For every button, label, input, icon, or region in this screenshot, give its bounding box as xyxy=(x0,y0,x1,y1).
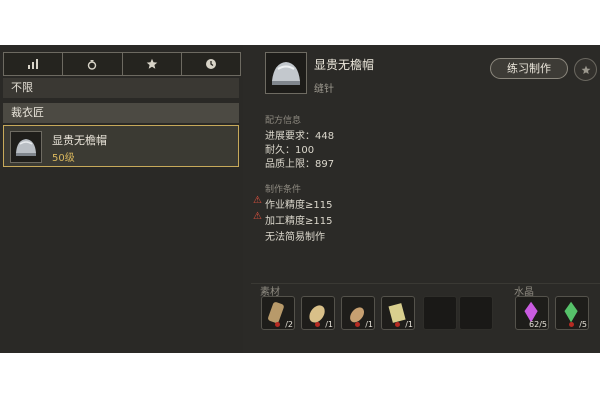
material-count: /2 xyxy=(285,320,293,329)
tab-level-filter[interactable] xyxy=(4,53,64,75)
crafting-log-window: 不限 裁衣匠 显贵无檐帽 50级 显贵无檐帽 缝针 练习制作 配方信息 进展要求… xyxy=(0,45,600,353)
craftsmanship-requirement: 作业精度≥115 xyxy=(265,200,333,211)
tab-recent-filter[interactable] xyxy=(182,53,240,75)
empty-material-slot xyxy=(459,296,493,330)
material-count: /1 xyxy=(325,320,333,329)
quality-cap: 品质上限：897 xyxy=(265,159,335,170)
money-bag-icon xyxy=(88,60,97,70)
crystal-count: /5 xyxy=(579,320,587,329)
missing-indicator xyxy=(355,322,360,327)
recipe-info-header: 配方信息 xyxy=(265,116,302,126)
craft-conditions-header: 制作条件 xyxy=(265,185,302,195)
filter-tabs xyxy=(3,52,241,76)
recipe-subtitle: 缝针 xyxy=(314,84,334,95)
progress-requirement: 进展要求：448 xyxy=(265,131,335,142)
recipe-list-item[interactable]: 显贵无檐帽 50级 xyxy=(3,125,239,167)
material-count: /1 xyxy=(405,320,413,329)
clock-icon xyxy=(205,59,216,69)
favorite-button[interactable] xyxy=(574,58,597,81)
brimless-hat-icon xyxy=(265,52,307,94)
empty-material-slot xyxy=(423,296,457,330)
recipe-level: 50级 xyxy=(52,153,75,164)
crystal-slot[interactable]: 62/5 xyxy=(515,296,549,330)
recipe-name: 显贵无檐帽 xyxy=(52,134,107,147)
warning-icon: ⚠ xyxy=(253,211,262,222)
brimless-hat-icon xyxy=(10,131,42,163)
material-slot[interactable]: /1 xyxy=(301,296,335,330)
crystal-count: 62/5 xyxy=(529,320,547,329)
category-header[interactable]: 裁衣匠 xyxy=(3,103,239,123)
recipe-list-panel: 不限 裁衣匠 显贵无檐帽 50级 xyxy=(0,45,243,353)
durability: 耐久：100 xyxy=(265,145,315,156)
tab-cost-filter[interactable] xyxy=(63,53,123,75)
missing-indicator xyxy=(275,322,280,327)
divider xyxy=(251,283,600,284)
tab-favorite-filter[interactable] xyxy=(123,53,182,75)
missing-indicator xyxy=(569,322,574,327)
star-icon xyxy=(581,65,590,74)
missing-indicator xyxy=(395,322,400,327)
filter-unlimited[interactable]: 不限 xyxy=(3,78,239,98)
missing-indicator xyxy=(315,322,320,327)
crystal-slot[interactable]: /5 xyxy=(555,296,589,330)
material-slot[interactable]: /1 xyxy=(341,296,375,330)
practice-craft-button[interactable]: 练习制作 xyxy=(490,58,568,79)
control-requirement: 加工精度≥115 xyxy=(265,216,333,227)
bar-chart-icon xyxy=(28,59,39,69)
material-count: /1 xyxy=(365,320,373,329)
material-slot[interactable]: /1 xyxy=(381,296,415,330)
quick-synthesis-note: 无法简易制作 xyxy=(265,232,325,243)
star-icon xyxy=(146,58,157,69)
recipe-title: 显贵无檐帽 xyxy=(314,58,375,72)
material-slot[interactable]: /2 xyxy=(261,296,295,330)
recipe-detail-panel: 显贵无檐帽 缝针 练习制作 配方信息 进展要求：448 耐久：100 品质上限：… xyxy=(251,45,600,353)
warning-icon: ⚠ xyxy=(253,195,262,206)
